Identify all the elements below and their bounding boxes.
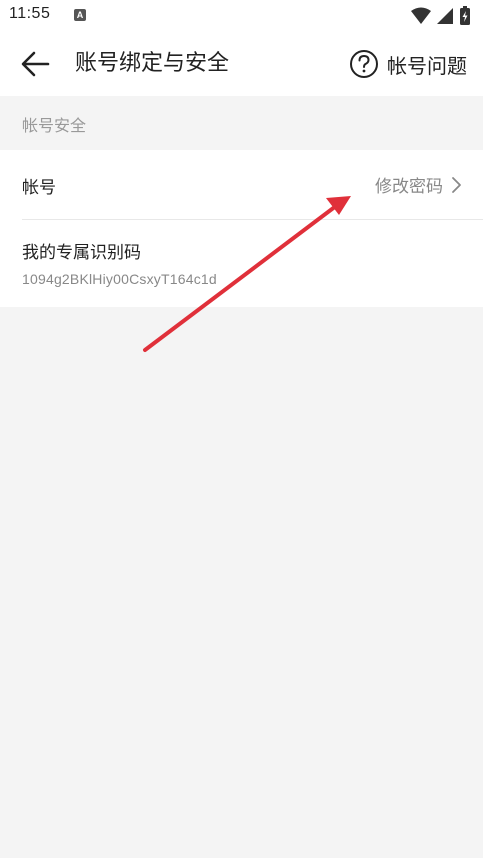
- back-arrow-icon[interactable]: [18, 46, 54, 82]
- status-bar: 11:55 A: [0, 0, 483, 32]
- account-security-card: 帐号 修改密码 我的专属识别码 1094g2BKlHiy00CsxyT164c1…: [0, 150, 483, 307]
- section-title: 帐号安全: [22, 116, 87, 135]
- section-header: 帐号安全: [0, 96, 483, 150]
- account-row[interactable]: 帐号 修改密码: [0, 150, 483, 219]
- change-password-label: 修改密码: [375, 177, 443, 197]
- wifi-icon: [411, 7, 431, 24]
- question-circle-icon: [349, 49, 379, 79]
- help-label: 帐号问题: [387, 53, 467, 78]
- notification-app-icon: A: [74, 9, 86, 21]
- signal-icon: [437, 8, 453, 24]
- status-icons: [409, 6, 475, 26]
- page-title: 账号绑定与安全: [75, 51, 230, 76]
- status-time: 11:55: [9, 5, 51, 22]
- account-help-button[interactable]: 帐号问题: [349, 48, 467, 80]
- identification-code-title: 我的专属识别码: [22, 243, 141, 263]
- identification-code-value: 1094g2BKlHiy00CsxyT164c1d: [22, 271, 217, 287]
- identification-code-row: 我的专属识别码 1094g2BKlHiy00CsxyT164c1d: [0, 220, 483, 307]
- account-row-label: 帐号: [22, 178, 56, 198]
- change-password-link[interactable]: 修改密码: [375, 172, 463, 197]
- chevron-right-icon: [449, 176, 463, 194]
- app-header: 账号绑定与安全 帐号问题: [0, 32, 483, 96]
- battery-icon: [460, 6, 470, 25]
